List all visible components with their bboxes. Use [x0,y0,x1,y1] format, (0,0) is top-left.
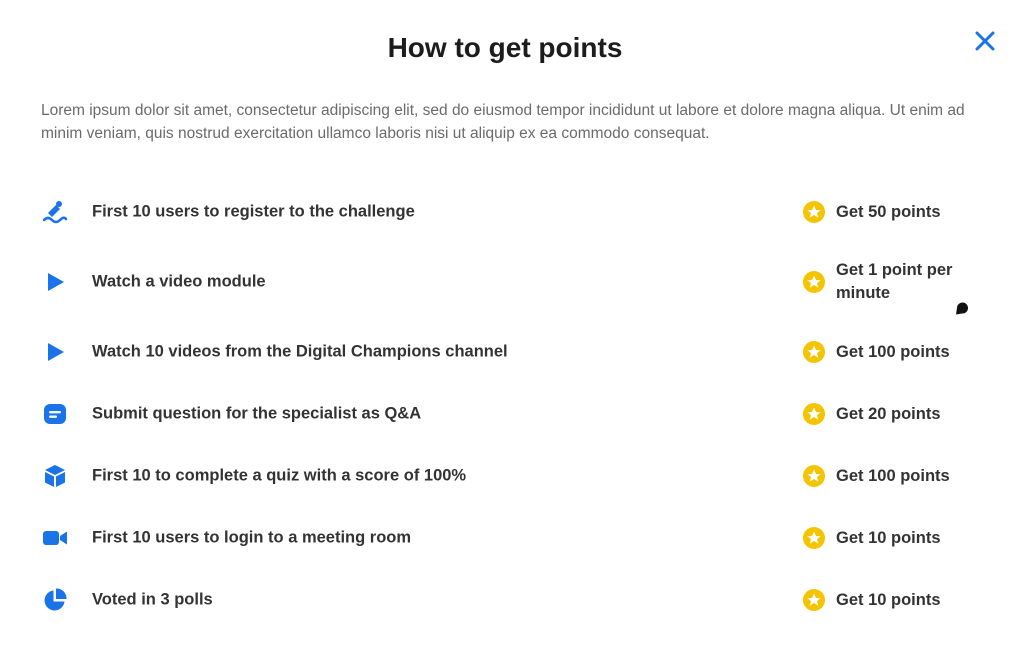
reward-text: Get 100 points [836,342,950,361]
video-camera-icon [42,525,68,551]
reward-text: Get 10 points [836,590,941,609]
row-label: Watch a video module [92,272,266,291]
list-item: Watch a video module Get 1 point per min… [0,243,1010,321]
coin-icon [802,588,826,612]
play-icon [42,269,68,295]
register-icon [42,199,68,225]
coin-icon [802,340,826,364]
coin-icon [802,402,826,426]
list-item: First 10 users to register to the challe… [0,181,1010,243]
modal-title: How to get points [387,32,623,63]
coin-icon [802,464,826,488]
reward: Get 20 points [802,402,966,426]
message-icon [42,401,68,427]
points-modal: How to get points Lorem ipsum dolor sit … [0,0,1010,662]
close-button[interactable] [970,26,1000,56]
reward: Get 100 points [802,464,966,488]
cube-icon [42,463,68,489]
list-item: First 10 users to login to a meeting roo… [0,507,1010,569]
row-label: First 10 users to login to a meeting roo… [92,528,412,547]
row-label: First 10 to complete a quiz with a score… [92,466,467,485]
play-icon [42,339,68,365]
reward-text: Get 100 points [836,466,950,485]
reward: Get 10 points [802,526,966,550]
reward-text: Get 10 points [836,528,941,547]
coin-icon [802,526,826,550]
points-list: First 10 users to register to the challe… [0,181,1010,631]
reward: Get 100 points [802,340,966,364]
coin-icon [802,270,826,294]
reward-text: Get 1 point per minute [836,261,953,302]
reward-text: Get 20 points [836,404,941,423]
modal-description: Lorem ipsum dolor sit amet, consectetur … [41,102,965,142]
list-item: Watch 10 videos from the Digital Champio… [0,321,1010,383]
pie-chart-icon [42,587,68,613]
row-label: Submit question for the specialist as Q&… [92,404,422,423]
reward: Get 1 point per minute [802,259,966,305]
list-item: Voted in 3 polls Get 10 points [0,569,1010,631]
list-item: Submit question for the specialist as Q&… [0,383,1010,445]
close-icon [975,31,995,51]
reward: Get 50 points [802,200,966,224]
mouse-cursor-icon [954,300,970,316]
reward-text: Get 50 points [836,202,941,221]
row-label: Watch 10 videos from the Digital Champio… [92,342,508,361]
row-label: Voted in 3 polls [92,590,213,609]
row-label: First 10 users to register to the challe… [92,202,415,221]
reward: Get 10 points [802,588,966,612]
list-item: First 10 to complete a quiz with a score… [0,445,1010,507]
coin-icon [802,200,826,224]
